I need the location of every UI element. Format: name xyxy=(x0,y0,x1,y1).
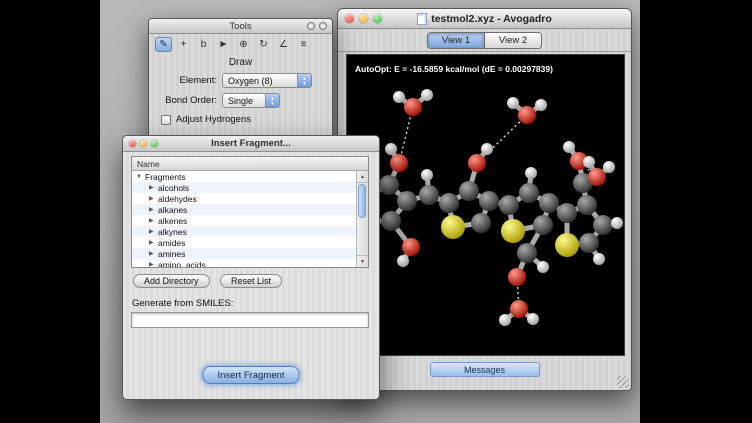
element-value: Oxygen (8) xyxy=(228,76,289,86)
fragment-label: alkanes xyxy=(158,205,187,215)
scroll-down-icon[interactable]: ▼ xyxy=(357,255,368,267)
minimize-button[interactable] xyxy=(359,14,368,23)
dialog-title: Insert Fragment... xyxy=(211,138,291,149)
element-label: Element: xyxy=(157,75,217,86)
dialog-titlebar[interactable]: Insert Fragment... xyxy=(123,136,379,152)
document-icon xyxy=(417,13,427,25)
list-header-name[interactable]: Name xyxy=(132,157,368,171)
fragment-label: alkenes xyxy=(158,216,187,226)
fragment-row[interactable]: ▶alkynes xyxy=(132,226,357,237)
expand-icon[interactable]: ▶ xyxy=(149,206,158,213)
bond-order-value: Single xyxy=(228,96,269,106)
fragment-label: alcohols xyxy=(158,183,189,193)
fragment-listbox: Name ▼Fragments▶alcohols▶aldehydes▶alkan… xyxy=(131,156,369,268)
navigate-tool-icon[interactable]: + xyxy=(175,37,192,52)
tab-view-1[interactable]: View 1 xyxy=(428,33,484,48)
tools-title: Tools xyxy=(229,21,251,32)
molecule-graphic xyxy=(347,55,624,355)
element-dropdown[interactable]: Oxygen (8) ▲▼ xyxy=(222,73,312,88)
expand-icon[interactable]: ▶ xyxy=(149,250,158,257)
adjust-hydrogens-label: Adjust Hydrogens xyxy=(176,114,251,125)
fragment-row[interactable]: ▶alkanes xyxy=(132,204,357,215)
fragment-row[interactable]: ▶alkenes xyxy=(132,215,357,226)
messages-button[interactable]: Messages xyxy=(430,362,540,377)
smiles-input[interactable] xyxy=(131,312,369,328)
tools-window: Tools ✎+b►⊕↻∠≡ Draw Element: Oxygen (8) … xyxy=(148,18,333,141)
align-tool-icon[interactable]: ≡ xyxy=(295,37,312,52)
zoom-button[interactable] xyxy=(373,14,382,23)
dialog-minimize-button[interactable] xyxy=(140,140,147,147)
float-button[interactable] xyxy=(307,22,315,30)
fragment-row[interactable]: ▶alcohols xyxy=(132,182,357,193)
adjust-hydrogens-row: Adjust Hydrogens xyxy=(161,114,332,125)
fragment-list: ▼Fragments▶alcohols▶aldehydes▶alkanes▶al… xyxy=(132,171,357,267)
reset-list-button[interactable]: Reset List xyxy=(220,274,282,288)
dialog-zoom-button[interactable] xyxy=(151,140,158,147)
avogadro-main-window: testmol2.xyz - Avogadro View 1 View 2 xyxy=(337,8,632,391)
main-titlebar[interactable]: testmol2.xyz - Avogadro xyxy=(338,9,631,29)
fragment-row[interactable]: ▶amines xyxy=(132,248,357,259)
bond-centric-tool-icon[interactable]: b xyxy=(195,37,212,52)
popup-arrows-icon: ▲▼ xyxy=(265,94,279,107)
measure-tool-icon[interactable]: ∠ xyxy=(275,37,292,52)
gl-viewport[interactable]: AutoOpt: E = -16.5859 kcal/mol (dE = 0.0… xyxy=(346,54,625,356)
auto-rotate-tool-icon[interactable]: ↻ xyxy=(255,37,272,52)
fragment-label: amides xyxy=(158,238,185,248)
tools-toolbar: ✎+b►⊕↻∠≡ xyxy=(149,34,332,54)
selection-tool-icon[interactable]: ► xyxy=(215,37,232,52)
bond-order-row: Bond Order: Single ▲▼ xyxy=(157,93,324,108)
fragment-label: aldehydes xyxy=(158,194,197,204)
add-directory-button[interactable]: Add Directory xyxy=(133,274,210,288)
resize-grip[interactable] xyxy=(617,376,629,388)
fragment-row[interactable]: ▶aldehydes xyxy=(132,193,357,204)
tools-titlebar[interactable]: Tools xyxy=(149,19,332,34)
adjust-hydrogens-checkbox[interactable] xyxy=(161,115,171,125)
collapse-icon[interactable]: ▼ xyxy=(136,174,145,180)
view-tabbar: View 1 View 2 xyxy=(338,29,631,52)
expand-icon[interactable]: ▶ xyxy=(149,184,158,191)
window-title: testmol2.xyz - Avogadro xyxy=(431,13,552,25)
close-button[interactable] xyxy=(345,14,354,23)
manipulate-tool-icon[interactable]: ⊕ xyxy=(235,37,252,52)
scrollbar-thumb[interactable] xyxy=(358,184,366,218)
expand-icon[interactable]: ▶ xyxy=(149,239,158,246)
expand-icon[interactable]: ▶ xyxy=(149,261,158,267)
fragment-label: amines xyxy=(158,249,185,259)
fragment-label: Fragments xyxy=(145,172,186,182)
scroll-up-icon[interactable]: ▲ xyxy=(357,171,368,183)
fragment-row[interactable]: ▶amides xyxy=(132,237,357,248)
smiles-label: Generate from SMILES: xyxy=(132,298,233,309)
expand-icon[interactable]: ▶ xyxy=(149,217,158,224)
expand-icon[interactable]: ▶ xyxy=(149,228,158,235)
insert-fragment-dialog: Insert Fragment... Name ▼Fragments▶alcoh… xyxy=(122,135,380,400)
fragment-row[interactable]: ▼Fragments xyxy=(132,171,357,182)
view-segmented-control: View 1 View 2 xyxy=(427,32,542,49)
fragment-row[interactable]: ▶amino_acids xyxy=(132,259,357,267)
element-row: Element: Oxygen (8) ▲▼ xyxy=(157,73,324,88)
autoopt-overlay: AutoOpt: E = -16.5859 kcal/mol (dE = 0.0… xyxy=(355,64,553,74)
dialog-close-button[interactable] xyxy=(129,140,136,147)
draw-tool-icon[interactable]: ✎ xyxy=(155,37,172,52)
bond-order-dropdown[interactable]: Single ▲▼ xyxy=(222,93,280,108)
tab-view-2[interactable]: View 2 xyxy=(484,33,541,48)
fragment-scrollbar[interactable]: ▲ ▼ xyxy=(356,171,368,267)
fragment-label: alkynes xyxy=(158,227,187,237)
expand-icon[interactable]: ▶ xyxy=(149,195,158,202)
popup-arrows-icon: ▲▼ xyxy=(297,74,311,87)
tool-section-title: Draw xyxy=(149,57,332,68)
close-palette-button[interactable] xyxy=(319,22,327,30)
fragment-label: amino_acids xyxy=(158,260,206,268)
bond-order-label: Bond Order: xyxy=(157,95,217,106)
insert-fragment-button[interactable]: Insert Fragment xyxy=(202,366,299,384)
